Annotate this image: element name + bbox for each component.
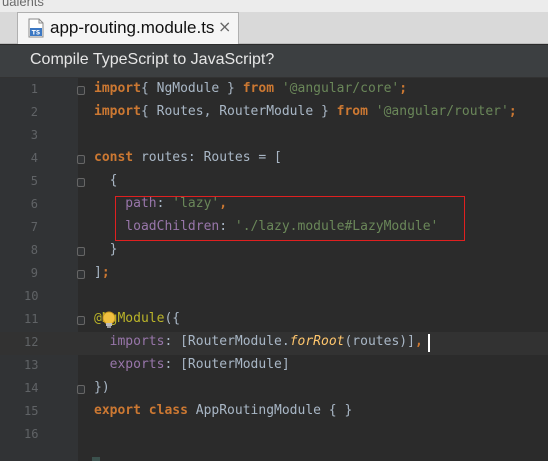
code-editor[interactable]: 1 import{ NgModule } from '@angular/core'… bbox=[0, 78, 548, 461]
fold-marker-icon[interactable] bbox=[77, 155, 85, 164]
code-line[interactable]: 3 bbox=[0, 125, 548, 148]
code-line[interactable]: 16 bbox=[0, 424, 548, 447]
tab-filename: app-routing.module.ts bbox=[50, 18, 215, 37]
code-text: } bbox=[94, 242, 118, 257]
code-line[interactable]: 14}) bbox=[0, 378, 548, 401]
code-token: const bbox=[94, 150, 134, 165]
typescript-file-icon: TS bbox=[28, 18, 44, 38]
code-line[interactable]: 11 @NgModule({ bbox=[0, 309, 548, 332]
code-token: '@angular/router' bbox=[367, 104, 509, 119]
line-number: 8 bbox=[30, 243, 38, 257]
fold-marker-icon[interactable] bbox=[77, 316, 85, 325]
code-text: { bbox=[94, 173, 118, 188]
ts-icon-label: TS bbox=[32, 30, 40, 37]
code-token: (routes)] bbox=[344, 334, 415, 349]
editor-tab-bar: TS app-routing.module.ts × bbox=[0, 12, 548, 44]
code-line[interactable]: 8 } bbox=[0, 240, 548, 263]
code-token: ({ bbox=[164, 311, 181, 326]
line-number: 3 bbox=[30, 128, 38, 142]
line-number: 4 bbox=[30, 151, 38, 165]
code-token: { Routes, RouterModule } bbox=[140, 104, 337, 119]
line-number: 13 bbox=[24, 358, 39, 372]
line-number: 9 bbox=[30, 266, 38, 280]
code-text: const routes: Routes = [ bbox=[94, 150, 282, 165]
code-text: import{ NgModule } from '@angular/core'; bbox=[94, 81, 407, 96]
matched-bracket-highlight bbox=[92, 457, 100, 461]
code-token: from bbox=[336, 104, 368, 119]
code-line[interactable]: 10 bbox=[0, 286, 548, 309]
code-text: import{ Routes, RouterModule } from '@an… bbox=[94, 104, 517, 119]
fold-marker-icon[interactable] bbox=[77, 178, 85, 187]
code-line[interactable]: 12 imports: [RouterModule.forRoot(routes… bbox=[0, 332, 548, 355]
lightbulb-icon[interactable] bbox=[101, 311, 117, 329]
line-number: 2 bbox=[30, 105, 38, 119]
code-token: ; bbox=[508, 104, 517, 119]
code-token: from bbox=[242, 81, 275, 96]
code-token: } bbox=[94, 242, 118, 257]
code-token: import bbox=[94, 81, 141, 96]
code-token: import bbox=[94, 104, 141, 119]
code-token: }) bbox=[94, 380, 110, 395]
code-token: forRoot bbox=[289, 334, 345, 349]
window-top-strip-text: ualents bbox=[2, 0, 44, 9]
line-number: 5 bbox=[30, 174, 38, 188]
code-token: { bbox=[94, 173, 118, 188]
fold-marker-icon[interactable] bbox=[77, 86, 85, 95]
code-token: : [RouterModule. bbox=[164, 334, 290, 349]
code-token: ; bbox=[101, 265, 110, 280]
line-number: 12 bbox=[24, 335, 39, 349]
code-line[interactable]: 9]; bbox=[0, 263, 548, 286]
code-line[interactable]: 2 import{ Routes, RouterModule } from '@a… bbox=[0, 102, 548, 125]
code-token: , bbox=[414, 334, 423, 349]
code-line[interactable]: 1 import{ NgModule } from '@angular/core'… bbox=[0, 79, 548, 102]
line-number: 1 bbox=[30, 82, 38, 96]
code-token: ; bbox=[399, 81, 408, 96]
close-tab-icon[interactable]: × bbox=[218, 17, 231, 36]
line-number: 16 bbox=[24, 427, 39, 441]
code-line[interactable]: 4 const routes: Routes = [ bbox=[0, 148, 548, 171]
line-number: 14 bbox=[24, 381, 39, 395]
fold-marker-icon[interactable] bbox=[77, 270, 85, 279]
code-text: export class AppRoutingModule { } bbox=[94, 403, 352, 418]
line-number: 15 bbox=[24, 404, 39, 418]
code-line[interactable]: 15 export class AppRoutingModule { } bbox=[0, 401, 548, 424]
code-token: { NgModule } bbox=[140, 81, 243, 96]
line-number: 6 bbox=[30, 197, 38, 211]
text-caret bbox=[428, 334, 430, 352]
code-token: exports bbox=[94, 357, 165, 372]
fold-marker-icon[interactable] bbox=[77, 247, 85, 256]
code-token: AppRoutingModule { } bbox=[187, 403, 353, 418]
code-token: ] bbox=[94, 265, 102, 280]
notification-text: Compile TypeScript to JavaScript? bbox=[30, 51, 275, 68]
code-text: ]; bbox=[94, 265, 110, 280]
code-text: imports: [RouterModule.forRoot(routes)], bbox=[94, 334, 423, 349]
code-token: '@angular/core' bbox=[274, 81, 400, 96]
compile-typescript-notification[interactable]: Compile TypeScript to JavaScript? bbox=[0, 45, 548, 78]
code-token: routes: Routes = [ bbox=[133, 150, 282, 165]
line-number: 11 bbox=[24, 312, 39, 326]
fold-marker-icon[interactable] bbox=[77, 385, 85, 394]
route-config-highlight-box bbox=[115, 196, 465, 241]
code-token: imports bbox=[94, 334, 165, 349]
code-line[interactable]: 13 exports: [RouterModule] bbox=[0, 355, 548, 378]
code-text: }) bbox=[94, 380, 110, 395]
code-token: export class bbox=[94, 403, 188, 418]
code-token: : [RouterModule] bbox=[164, 357, 290, 372]
tab-app-routing-module[interactable]: TS app-routing.module.ts × bbox=[17, 12, 239, 44]
code-text: exports: [RouterModule] bbox=[94, 357, 290, 372]
code-line[interactable]: 5 { bbox=[0, 171, 548, 194]
window-top-strip: ualents bbox=[0, 0, 548, 12]
line-number: 10 bbox=[24, 289, 39, 303]
line-number: 7 bbox=[30, 220, 38, 234]
